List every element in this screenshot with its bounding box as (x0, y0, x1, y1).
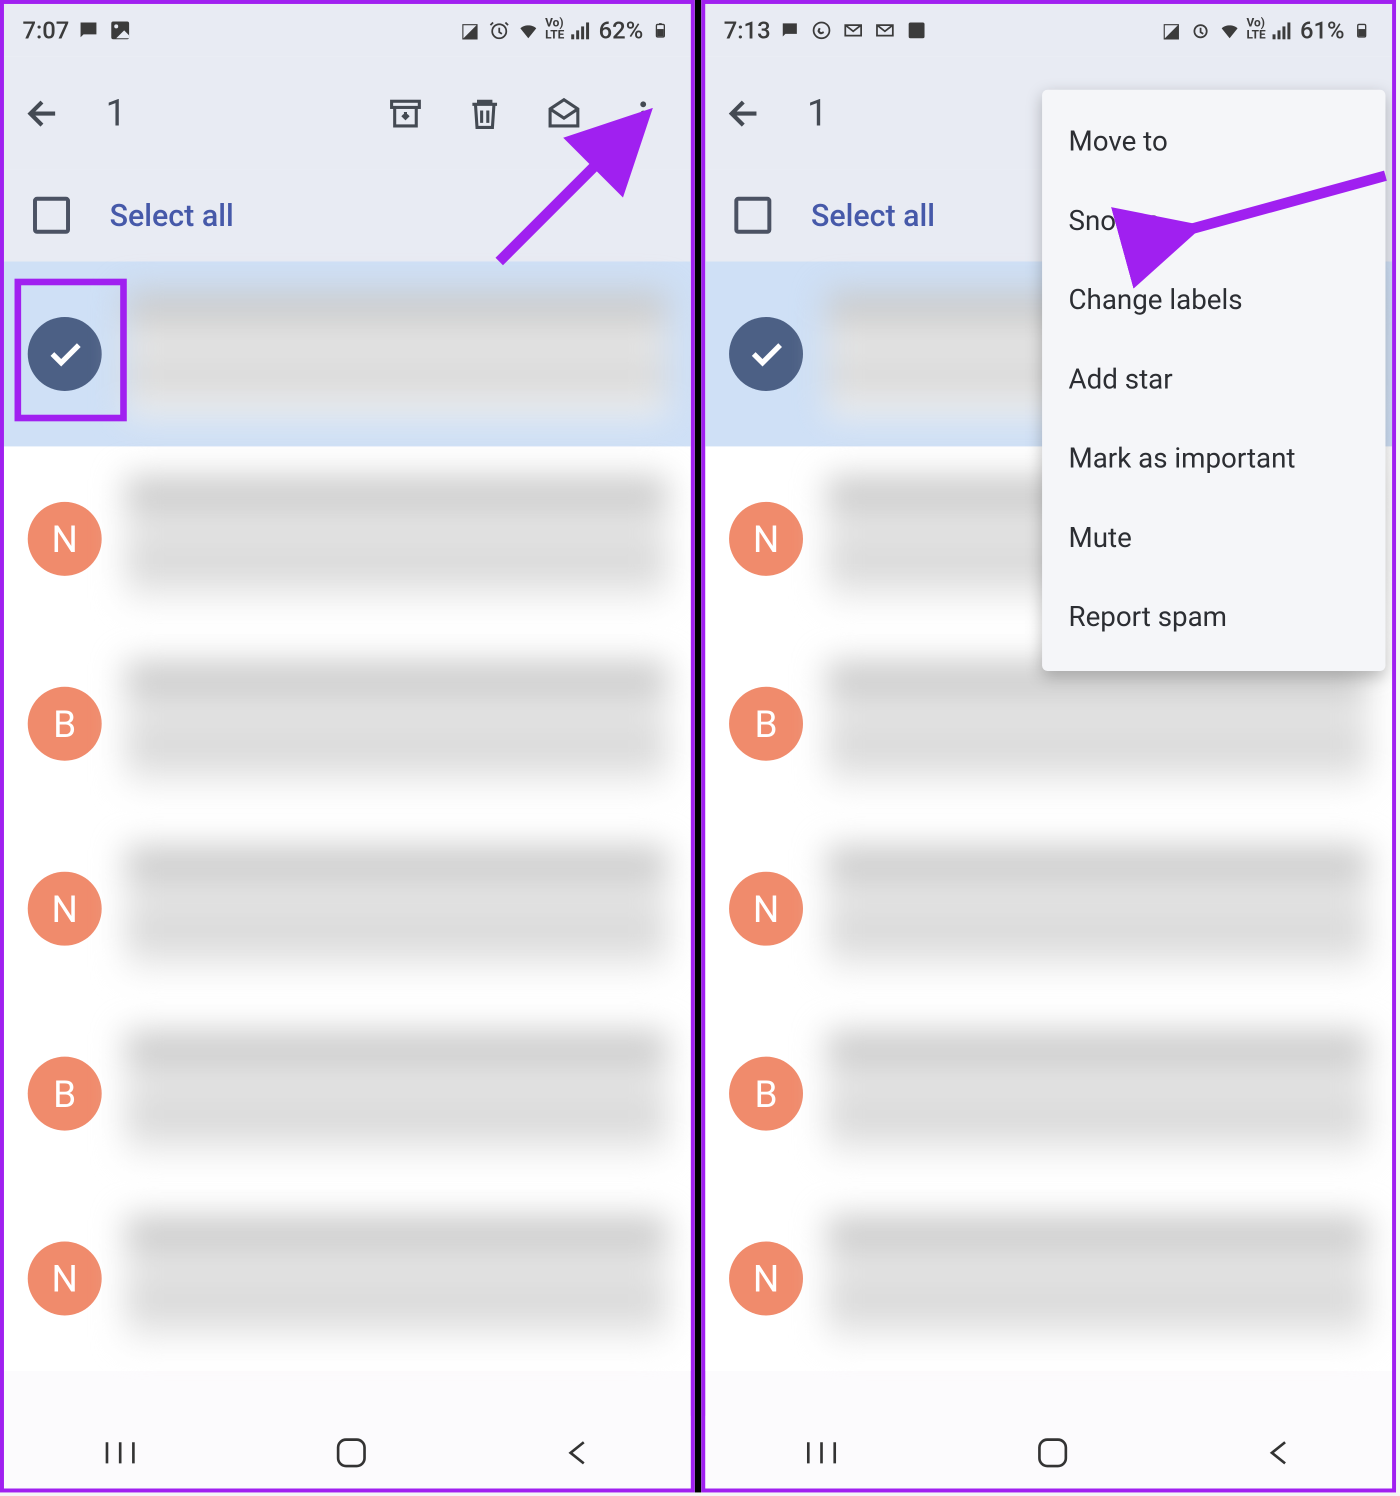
back-nav-button[interactable] (564, 1438, 593, 1467)
email-preview (125, 291, 667, 416)
status-bar: 7:07 ◪ Vo)LTE 62% (4, 4, 691, 57)
menu-change-labels[interactable]: Change labels (1042, 262, 1385, 341)
chat-icon (77, 18, 101, 42)
back-nav-button[interactable] (1265, 1438, 1294, 1467)
select-all-row[interactable]: Select all (4, 169, 691, 261)
menu-mark-important[interactable]: Mark as important (1042, 420, 1385, 499)
gmail-icon (842, 18, 866, 42)
email-list: N B N B N (4, 262, 691, 1371)
home-button[interactable] (1035, 1435, 1069, 1469)
signal-icon (1271, 18, 1295, 42)
email-row[interactable]: N (4, 1186, 691, 1371)
sender-avatar[interactable]: N (28, 1242, 102, 1316)
selection-count: 1 (807, 91, 828, 135)
delete-button[interactable] (465, 93, 505, 133)
android-navbar (705, 1416, 1392, 1489)
email-row[interactable]: B (705, 1001, 1392, 1186)
email-preview (827, 1031, 1369, 1156)
whatsapp-icon (810, 18, 834, 42)
battery-icon (1350, 18, 1374, 42)
email-preview (125, 846, 667, 971)
email-row[interactable]: B (4, 1001, 691, 1186)
sender-avatar[interactable]: B (28, 687, 102, 761)
sender-avatar[interactable]: B (729, 687, 803, 761)
alarm-icon (1188, 18, 1212, 42)
archive-button[interactable] (386, 93, 426, 133)
overflow-menu: Move to Snooze Change labels Add star Ma… (1042, 90, 1385, 671)
home-button[interactable] (334, 1435, 368, 1469)
back-button[interactable] (725, 93, 765, 133)
select-all-label: Select all (811, 197, 935, 233)
android-navbar (4, 1416, 691, 1489)
wifi-icon (1217, 18, 1241, 42)
sender-avatar[interactable]: N (729, 502, 803, 576)
email-row[interactable]: N (4, 446, 691, 631)
volte-icon: Vo)LTE (545, 18, 564, 42)
sender-avatar[interactable]: N (28, 502, 102, 576)
battery-icon (648, 18, 672, 42)
gmail-icon (874, 18, 898, 42)
sender-avatar[interactable]: N (28, 872, 102, 946)
menu-add-star[interactable]: Add star (1042, 341, 1385, 420)
battery-saver-icon: ◪ (458, 18, 482, 42)
email-preview (125, 661, 667, 786)
email-row-selected[interactable] (4, 262, 691, 447)
back-button[interactable] (24, 93, 64, 133)
phone-left: 7:07 ◪ Vo)LTE 62% (0, 0, 695, 1492)
email-preview (827, 846, 1369, 971)
alarm-icon (487, 18, 511, 42)
battery-saver-icon: ◪ (1159, 18, 1183, 42)
battery-text: 61% (1300, 17, 1345, 45)
email-preview (827, 661, 1369, 786)
menu-report-spam[interactable]: Report spam (1042, 578, 1385, 657)
email-preview (125, 1031, 667, 1156)
mark-read-button[interactable] (544, 93, 584, 133)
status-bar: 7:13 ◪ Vo)LTE 61% (705, 4, 1392, 57)
more-button[interactable] (623, 93, 663, 133)
email-preview (827, 1216, 1369, 1341)
sender-avatar[interactable]: N (729, 872, 803, 946)
menu-move-to[interactable]: Move to (1042, 103, 1385, 182)
recents-button[interactable] (803, 1438, 840, 1467)
menu-snooze[interactable]: Snooze (1042, 182, 1385, 261)
email-row[interactable]: B (4, 631, 691, 816)
menu-mute[interactable]: Mute (1042, 499, 1385, 578)
email-row[interactable]: N (705, 1186, 1392, 1371)
phone-right: 7:13 ◪ Vo)LTE 61% 1 Select all (701, 0, 1396, 1492)
recents-button[interactable] (102, 1438, 139, 1467)
image-icon (109, 18, 133, 42)
select-all-checkbox[interactable] (33, 197, 70, 234)
status-time: 7:07 (22, 17, 69, 45)
selected-check-avatar[interactable] (28, 317, 102, 391)
image-icon (905, 18, 929, 42)
email-preview (125, 476, 667, 601)
wifi-icon (516, 18, 540, 42)
volte-icon: Vo)LTE (1246, 18, 1265, 42)
select-all-label: Select all (110, 197, 234, 233)
email-preview (125, 1216, 667, 1341)
email-row[interactable]: N (705, 816, 1392, 1001)
sender-avatar[interactable]: N (729, 1242, 803, 1316)
signal-icon (570, 18, 594, 42)
status-time: 7:13 (724, 17, 771, 45)
battery-text: 62% (599, 17, 644, 45)
selection-toolbar: 1 (4, 57, 691, 169)
sender-avatar[interactable]: B (729, 1057, 803, 1131)
selected-check-avatar[interactable] (729, 317, 803, 391)
sender-avatar[interactable]: B (28, 1057, 102, 1131)
email-row[interactable]: N (4, 816, 691, 1001)
selection-count: 1 (106, 91, 127, 135)
select-all-checkbox[interactable] (734, 197, 771, 234)
chat-icon (779, 18, 803, 42)
